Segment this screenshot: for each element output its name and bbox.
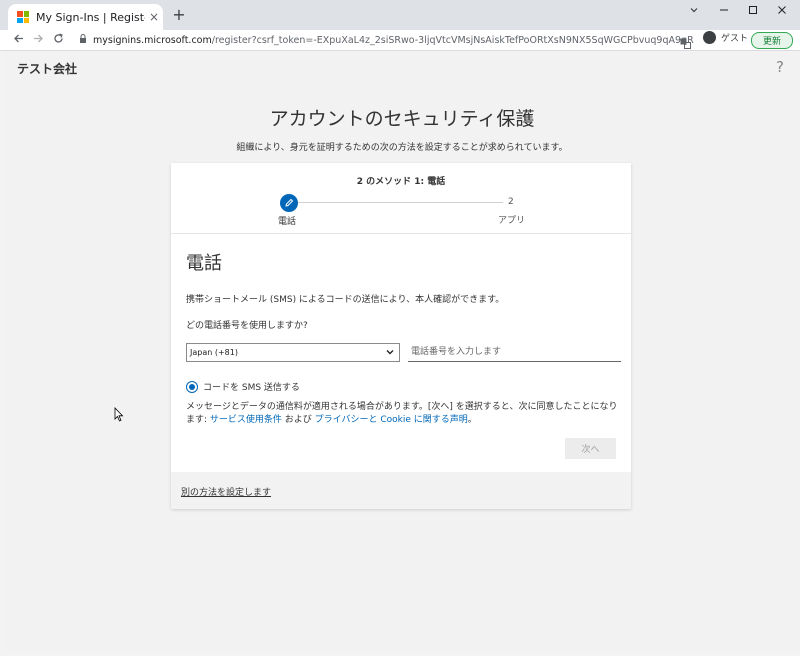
page-title: アカウントのセキュリティ保護 (269, 108, 535, 130)
forward-icon[interactable] (28, 33, 48, 48)
phone-question: どの電話番号を使用しますか? (186, 321, 308, 331)
browser-tab[interactable]: My Sign-Ins | Register | Microsoft × (8, 4, 163, 30)
reload-icon[interactable] (48, 32, 68, 48)
profile-label: ゲスト (721, 34, 749, 44)
url-field[interactable]: mysignins.microsoft.com/register?csrf_to… (79, 32, 694, 48)
mouse-cursor-icon (114, 407, 124, 426)
page-subtitle: 組織により、身元を証明するための次の方法を設定することが求められています。 (236, 143, 568, 153)
sms-option[interactable]: コードを SMS 送信する (186, 380, 300, 393)
close-window-icon[interactable] (767, 0, 797, 30)
chevron-down-icon (385, 347, 395, 359)
microsoft-logo-icon (17, 11, 29, 23)
terms-of-service-link[interactable]: サービス使用条件 (210, 415, 282, 425)
url-host: mysignins.microsoft.com (93, 34, 212, 46)
tab-title: My Sign-Ins | Register | Microsoft (36, 10, 145, 24)
org-name: テスト会社 (17, 62, 78, 76)
browser-tab-bar: My Sign-Ins | Register | Microsoft × + (0, 0, 800, 30)
tab-search-icon[interactable] (679, 0, 709, 30)
sms-radio[interactable] (186, 380, 198, 393)
maximize-icon[interactable] (738, 0, 768, 30)
avatar-icon (703, 31, 716, 44)
profile-button[interactable]: ゲスト (703, 31, 748, 44)
setup-card: 2 のメソッド 1: 電話 電話 2 アプリ 電話 携帯ショートメール (SMS… (171, 163, 631, 509)
update-button[interactable]: 更新 (751, 32, 793, 49)
terms-mid: および (281, 415, 315, 425)
help-icon[interactable]: ? (776, 58, 784, 76)
tab-close-icon[interactable]: × (145, 10, 163, 24)
next-button[interactable]: 次へ (565, 438, 616, 459)
step2-number: 2 (508, 197, 514, 207)
step1-label: 電話 (278, 217, 297, 227)
back-icon[interactable] (8, 33, 28, 48)
country-select[interactable]: Japan (+81) (186, 343, 400, 362)
sms-radio-label: コードを SMS 送信する (203, 383, 300, 393)
privacy-link[interactable]: プライバシーと Cookie に関する声明 (315, 415, 468, 425)
alternate-method-link[interactable]: 別の方法を設定します (181, 485, 271, 498)
step2-label: アプリ (498, 216, 526, 226)
terms-suffix: 。 (467, 415, 477, 425)
phone-number-input[interactable] (408, 343, 621, 362)
step1-pencil-icon (280, 194, 298, 212)
url-path: /register?csrf_token=-EXpuXaL4z_2siSRwo-… (211, 34, 694, 46)
terms-text: メッセージとデータの通信料が適用される場合があります。[次へ] を選択すると、次… (186, 401, 621, 427)
card-footer: 別の方法を設定します (171, 472, 631, 509)
method-progress-label: 2 のメソッド 1: 電話 (356, 177, 446, 187)
progress-section: 2 のメソッド 1: 電話 電話 2 アプリ (171, 163, 631, 234)
page-content: テスト会社 ? アカウントのセキュリティ保護 組織により、身元を証明するための次… (4, 51, 800, 651)
lock-icon (79, 33, 87, 47)
section-title: 電話 (186, 253, 222, 274)
sms-description: 携帯ショートメール (SMS) によるコードの送信により、本人確認ができます。 (186, 295, 505, 305)
country-select-value: Japan (+81) (190, 348, 238, 357)
org-header: テスト会社 ? (4, 51, 800, 83)
step-connector (297, 202, 503, 203)
minimize-icon[interactable] (709, 0, 739, 30)
address-bar: mysignins.microsoft.com/register?csrf_to… (0, 30, 800, 51)
new-tab-button[interactable]: + (170, 6, 188, 24)
